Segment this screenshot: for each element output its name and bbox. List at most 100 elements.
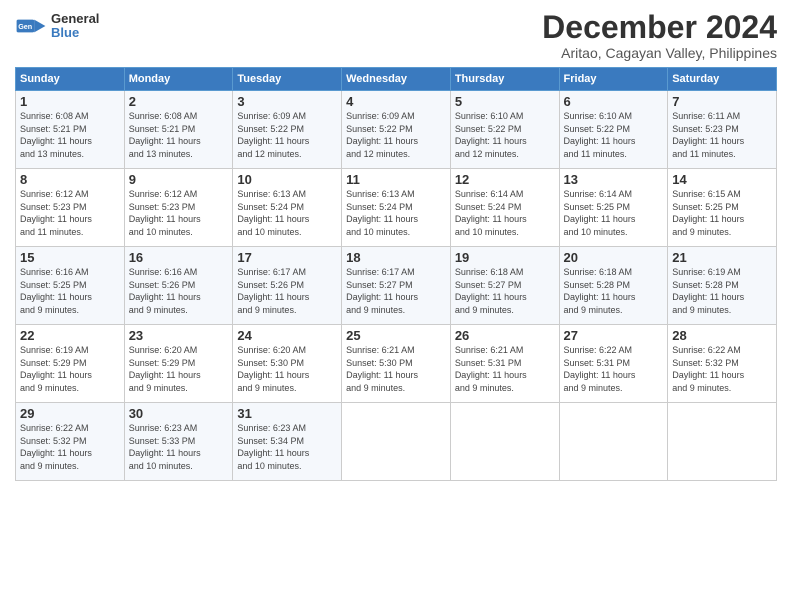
day-cell: 13Sunrise: 6:14 AM Sunset: 5:25 PM Dayli…: [559, 169, 668, 247]
day-info: Sunrise: 6:11 AM Sunset: 5:23 PM Dayligh…: [672, 110, 772, 160]
day-info: Sunrise: 6:14 AM Sunset: 5:25 PM Dayligh…: [564, 188, 664, 238]
day-cell: 23Sunrise: 6:20 AM Sunset: 5:29 PM Dayli…: [124, 325, 233, 403]
day-info: Sunrise: 6:08 AM Sunset: 5:21 PM Dayligh…: [20, 110, 120, 160]
day-number: 30: [129, 406, 229, 421]
title-block: December 2024 Aritao, Cagayan Valley, Ph…: [542, 10, 777, 61]
day-info: Sunrise: 6:21 AM Sunset: 5:31 PM Dayligh…: [455, 344, 555, 394]
day-cell: 29Sunrise: 6:22 AM Sunset: 5:32 PM Dayli…: [16, 403, 125, 481]
day-number: 15: [20, 250, 120, 265]
day-cell: 14Sunrise: 6:15 AM Sunset: 5:25 PM Dayli…: [668, 169, 777, 247]
day-info: Sunrise: 6:18 AM Sunset: 5:28 PM Dayligh…: [564, 266, 664, 316]
day-number: 21: [672, 250, 772, 265]
day-number: 5: [455, 94, 555, 109]
day-info: Sunrise: 6:21 AM Sunset: 5:30 PM Dayligh…: [346, 344, 446, 394]
day-number: 13: [564, 172, 664, 187]
day-info: Sunrise: 6:13 AM Sunset: 5:24 PM Dayligh…: [237, 188, 337, 238]
calendar-table: SundayMondayTuesdayWednesdayThursdayFrid…: [15, 67, 777, 481]
day-cell: [342, 403, 451, 481]
day-number: 24: [237, 328, 337, 343]
day-info: Sunrise: 6:10 AM Sunset: 5:22 PM Dayligh…: [564, 110, 664, 160]
day-cell: 6Sunrise: 6:10 AM Sunset: 5:22 PM Daylig…: [559, 91, 668, 169]
header: Gen General Blue December 2024 Aritao, C…: [15, 10, 777, 61]
day-cell: 25Sunrise: 6:21 AM Sunset: 5:30 PM Dayli…: [342, 325, 451, 403]
day-number: 28: [672, 328, 772, 343]
header-cell-sunday: Sunday: [16, 68, 125, 91]
day-cell: 19Sunrise: 6:18 AM Sunset: 5:27 PM Dayli…: [450, 247, 559, 325]
day-number: 31: [237, 406, 337, 421]
day-cell: 21Sunrise: 6:19 AM Sunset: 5:28 PM Dayli…: [668, 247, 777, 325]
day-number: 16: [129, 250, 229, 265]
day-number: 12: [455, 172, 555, 187]
day-number: 4: [346, 94, 446, 109]
day-info: Sunrise: 6:22 AM Sunset: 5:32 PM Dayligh…: [20, 422, 120, 472]
day-info: Sunrise: 6:20 AM Sunset: 5:30 PM Dayligh…: [237, 344, 337, 394]
day-info: Sunrise: 6:14 AM Sunset: 5:24 PM Dayligh…: [455, 188, 555, 238]
day-number: 18: [346, 250, 446, 265]
day-cell: 9Sunrise: 6:12 AM Sunset: 5:23 PM Daylig…: [124, 169, 233, 247]
day-info: Sunrise: 6:12 AM Sunset: 5:23 PM Dayligh…: [20, 188, 120, 238]
day-cell: 17Sunrise: 6:17 AM Sunset: 5:26 PM Dayli…: [233, 247, 342, 325]
day-number: 26: [455, 328, 555, 343]
day-info: Sunrise: 6:16 AM Sunset: 5:26 PM Dayligh…: [129, 266, 229, 316]
day-info: Sunrise: 6:08 AM Sunset: 5:21 PM Dayligh…: [129, 110, 229, 160]
day-info: Sunrise: 6:15 AM Sunset: 5:25 PM Dayligh…: [672, 188, 772, 238]
day-cell: 15Sunrise: 6:16 AM Sunset: 5:25 PM Dayli…: [16, 247, 125, 325]
day-number: 1: [20, 94, 120, 109]
day-number: 14: [672, 172, 772, 187]
week-row-4: 22Sunrise: 6:19 AM Sunset: 5:29 PM Dayli…: [16, 325, 777, 403]
day-number: 17: [237, 250, 337, 265]
day-cell: 12Sunrise: 6:14 AM Sunset: 5:24 PM Dayli…: [450, 169, 559, 247]
logo-icon: Gen: [15, 10, 47, 42]
day-cell: 27Sunrise: 6:22 AM Sunset: 5:31 PM Dayli…: [559, 325, 668, 403]
day-cell: 30Sunrise: 6:23 AM Sunset: 5:33 PM Dayli…: [124, 403, 233, 481]
day-info: Sunrise: 6:17 AM Sunset: 5:27 PM Dayligh…: [346, 266, 446, 316]
day-number: 7: [672, 94, 772, 109]
day-info: Sunrise: 6:23 AM Sunset: 5:34 PM Dayligh…: [237, 422, 337, 472]
day-cell: [450, 403, 559, 481]
day-cell: 31Sunrise: 6:23 AM Sunset: 5:34 PM Dayli…: [233, 403, 342, 481]
day-cell: 26Sunrise: 6:21 AM Sunset: 5:31 PM Dayli…: [450, 325, 559, 403]
day-info: Sunrise: 6:09 AM Sunset: 5:22 PM Dayligh…: [237, 110, 337, 160]
day-cell: [559, 403, 668, 481]
day-number: 20: [564, 250, 664, 265]
week-row-1: 1Sunrise: 6:08 AM Sunset: 5:21 PM Daylig…: [16, 91, 777, 169]
day-cell: 22Sunrise: 6:19 AM Sunset: 5:29 PM Dayli…: [16, 325, 125, 403]
subtitle: Aritao, Cagayan Valley, Philippines: [542, 45, 777, 61]
week-row-3: 15Sunrise: 6:16 AM Sunset: 5:25 PM Dayli…: [16, 247, 777, 325]
day-info: Sunrise: 6:13 AM Sunset: 5:24 PM Dayligh…: [346, 188, 446, 238]
day-info: Sunrise: 6:17 AM Sunset: 5:26 PM Dayligh…: [237, 266, 337, 316]
day-cell: 1Sunrise: 6:08 AM Sunset: 5:21 PM Daylig…: [16, 91, 125, 169]
header-cell-tuesday: Tuesday: [233, 68, 342, 91]
day-info: Sunrise: 6:19 AM Sunset: 5:28 PM Dayligh…: [672, 266, 772, 316]
day-cell: 8Sunrise: 6:12 AM Sunset: 5:23 PM Daylig…: [16, 169, 125, 247]
day-cell: 24Sunrise: 6:20 AM Sunset: 5:30 PM Dayli…: [233, 325, 342, 403]
day-info: Sunrise: 6:16 AM Sunset: 5:25 PM Dayligh…: [20, 266, 120, 316]
day-number: 27: [564, 328, 664, 343]
day-cell: 10Sunrise: 6:13 AM Sunset: 5:24 PM Dayli…: [233, 169, 342, 247]
day-info: Sunrise: 6:12 AM Sunset: 5:23 PM Dayligh…: [129, 188, 229, 238]
header-cell-friday: Friday: [559, 68, 668, 91]
header-cell-thursday: Thursday: [450, 68, 559, 91]
day-cell: [668, 403, 777, 481]
day-number: 25: [346, 328, 446, 343]
week-row-2: 8Sunrise: 6:12 AM Sunset: 5:23 PM Daylig…: [16, 169, 777, 247]
calendar-page: Gen General Blue December 2024 Aritao, C…: [0, 0, 792, 612]
day-number: 23: [129, 328, 229, 343]
day-cell: 7Sunrise: 6:11 AM Sunset: 5:23 PM Daylig…: [668, 91, 777, 169]
day-number: 10: [237, 172, 337, 187]
day-info: Sunrise: 6:23 AM Sunset: 5:33 PM Dayligh…: [129, 422, 229, 472]
day-number: 19: [455, 250, 555, 265]
week-row-5: 29Sunrise: 6:22 AM Sunset: 5:32 PM Dayli…: [16, 403, 777, 481]
header-cell-monday: Monday: [124, 68, 233, 91]
logo-line2: Blue: [51, 26, 99, 40]
logo: Gen General Blue: [15, 10, 99, 42]
day-info: Sunrise: 6:22 AM Sunset: 5:31 PM Dayligh…: [564, 344, 664, 394]
day-number: 11: [346, 172, 446, 187]
day-cell: 2Sunrise: 6:08 AM Sunset: 5:21 PM Daylig…: [124, 91, 233, 169]
day-cell: 3Sunrise: 6:09 AM Sunset: 5:22 PM Daylig…: [233, 91, 342, 169]
day-number: 22: [20, 328, 120, 343]
day-info: Sunrise: 6:09 AM Sunset: 5:22 PM Dayligh…: [346, 110, 446, 160]
day-number: 3: [237, 94, 337, 109]
day-cell: 20Sunrise: 6:18 AM Sunset: 5:28 PM Dayli…: [559, 247, 668, 325]
day-cell: 11Sunrise: 6:13 AM Sunset: 5:24 PM Dayli…: [342, 169, 451, 247]
